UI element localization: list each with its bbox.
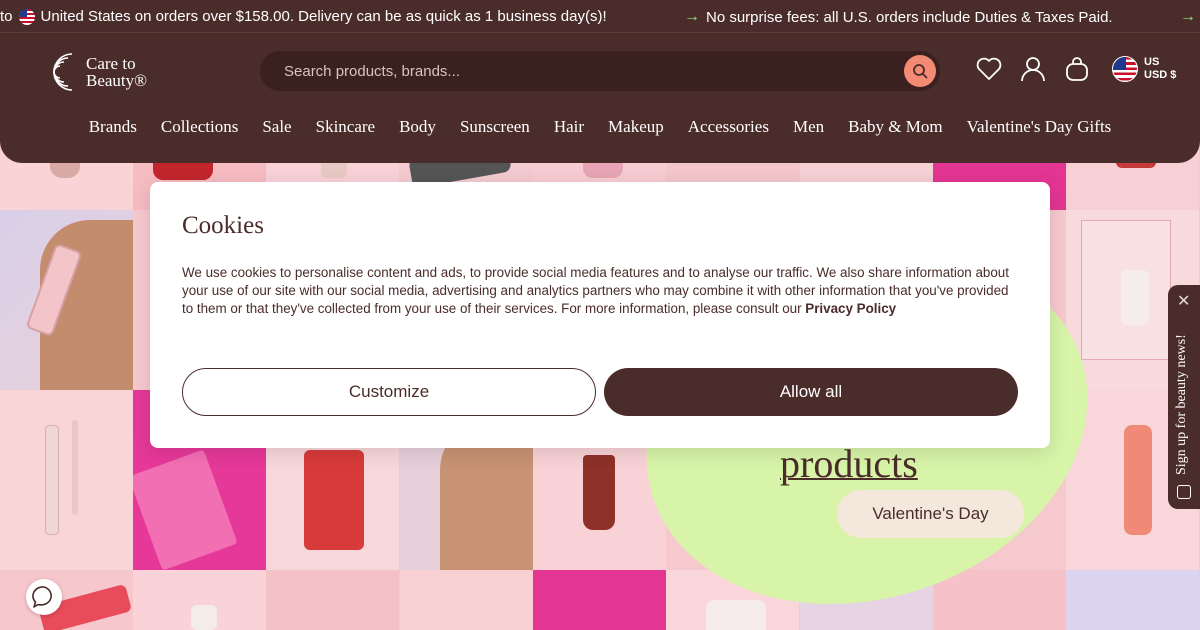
arrow-right-icon: → — [684, 8, 700, 25]
search-icon — [913, 64, 928, 79]
product-image — [191, 605, 217, 630]
privacy-policy-link[interactable]: Privacy Policy — [805, 301, 896, 316]
mail-icon — [1177, 485, 1191, 499]
cookie-dialog-title: Cookies — [182, 212, 264, 239]
product-image — [72, 420, 78, 515]
product-image — [583, 455, 615, 530]
product-image — [304, 450, 364, 550]
nav-item-skincare[interactable]: Skincare — [316, 117, 375, 137]
valentines-day-button[interactable]: Valentine's Day — [837, 490, 1024, 538]
logo-mark-icon — [53, 53, 73, 91]
account-button[interactable] — [1020, 55, 1046, 83]
allow-all-button[interactable]: Allow all — [604, 368, 1018, 416]
search-bar — [260, 51, 940, 91]
nav-item-brands[interactable]: Brands — [89, 117, 137, 137]
announcement-text: United States on orders over $158.00. De… — [40, 8, 607, 25]
nav-item-men[interactable]: Men — [793, 117, 824, 137]
collage-tile — [533, 570, 666, 630]
site-header: Care to Beauty® Search products, brands.… — [0, 33, 1200, 163]
close-icon[interactable]: ✕ — [1177, 291, 1190, 311]
newsletter-label: Sign up for beauty news! — [1174, 334, 1189, 475]
customize-button[interactable]: Customize — [182, 368, 596, 416]
collage-tile — [933, 570, 1066, 630]
collage-tile — [0, 570, 133, 630]
collage-tile — [0, 390, 133, 570]
product-image — [706, 600, 766, 630]
collage-tile — [400, 570, 533, 630]
header-actions: US USD $ — [976, 55, 1176, 83]
logo-text: Care to Beauty® — [86, 54, 148, 90]
bag-icon — [1066, 57, 1088, 81]
announcement-text: No surprise fees: all U.S. orders includ… — [706, 8, 1113, 26]
nav-item-accessories[interactable]: Accessories — [688, 117, 769, 137]
product-image — [1121, 270, 1149, 325]
nav-item-hair[interactable]: Hair — [554, 117, 584, 137]
nav-item-body[interactable]: Body — [399, 117, 436, 137]
cart-button[interactable] — [1064, 55, 1090, 83]
nav-item-collections[interactable]: Collections — [161, 117, 238, 137]
announcement-bar: to United States on orders over $158.00.… — [0, 0, 1200, 33]
product-image — [133, 449, 238, 570]
arrow-right-icon: → — [1180, 8, 1196, 25]
region-label: US USD $ — [1144, 56, 1177, 81]
nav-item-sale[interactable]: Sale — [262, 117, 291, 137]
cookie-dialog-body: We use cookies to personalise content an… — [182, 265, 1009, 317]
search-button[interactable] — [904, 55, 936, 87]
user-icon — [1021, 57, 1045, 82]
us-flag-icon — [1112, 56, 1138, 82]
announcement-text: to — [0, 8, 13, 25]
chat-bubble-icon — [32, 586, 52, 608]
newsletter-tab[interactable]: ✕ Sign up for beauty news! — [1168, 285, 1200, 509]
collage-tile — [0, 210, 133, 390]
region-selector[interactable]: US USD $ — [1112, 56, 1176, 82]
product-image — [1124, 425, 1152, 535]
nav-item-valentines-gifts[interactable]: Valentine's Day Gifts — [967, 117, 1112, 137]
logo[interactable]: Care to Beauty® — [42, 50, 147, 94]
cookie-consent-dialog: Cookies We use cookies to personalise co… — [150, 182, 1050, 448]
collage-tile — [133, 570, 266, 630]
collage-tile — [266, 570, 399, 630]
chat-button[interactable] — [26, 579, 62, 615]
nav-item-sunscreen[interactable]: Sunscreen — [460, 117, 530, 137]
main-nav: Brands Collections Sale Skincare Body Su… — [0, 117, 1200, 137]
collage-tile — [1066, 570, 1199, 630]
nav-item-baby-mom[interactable]: Baby & Mom — [848, 117, 942, 137]
product-image — [45, 425, 59, 535]
us-flag-icon — [18, 8, 35, 25]
heart-icon — [976, 57, 1002, 80]
search-input[interactable] — [284, 62, 884, 80]
wishlist-button[interactable] — [976, 55, 1002, 83]
nav-item-makeup[interactable]: Makeup — [608, 117, 664, 137]
